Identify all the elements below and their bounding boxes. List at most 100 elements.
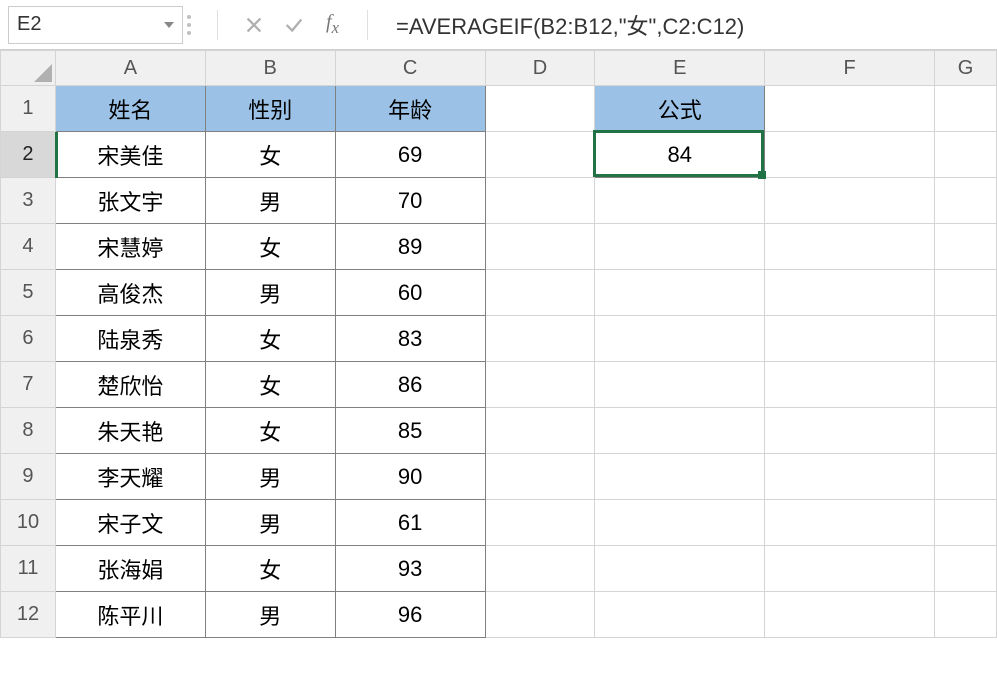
cell-E2-selected[interactable]: 84: [595, 132, 765, 178]
header-gender[interactable]: 性别: [205, 86, 335, 132]
cell-D11[interactable]: [485, 546, 595, 592]
cell-G5[interactable]: [934, 270, 996, 316]
cell-E3[interactable]: [595, 178, 765, 224]
col-header-E[interactable]: E: [595, 51, 765, 86]
spreadsheet-grid[interactable]: A B C D E F G 1 姓名 性别 年龄 公式 2 宋美佳 女 69 8…: [0, 50, 997, 638]
cell-G9[interactable]: [934, 454, 996, 500]
cell-G3[interactable]: [934, 178, 996, 224]
cell-A11[interactable]: 张海娟: [55, 546, 205, 592]
cell-D10[interactable]: [485, 500, 595, 546]
cell-B5[interactable]: 男: [205, 270, 335, 316]
cell-G12[interactable]: [934, 592, 996, 638]
name-box-dropdown-icon[interactable]: [164, 22, 174, 28]
cell-F4[interactable]: [765, 224, 935, 270]
cell-B9[interactable]: 男: [205, 454, 335, 500]
cell-B11[interactable]: 女: [205, 546, 335, 592]
cell-F10[interactable]: [765, 500, 935, 546]
cell-D4[interactable]: [485, 224, 595, 270]
header-age[interactable]: 年龄: [335, 86, 485, 132]
formula-input[interactable]: =AVERAGEIF(B2:B12,"女",C2:C12): [386, 6, 989, 44]
cell-C3[interactable]: 70: [335, 178, 485, 224]
cell-A10[interactable]: 宋子文: [55, 500, 205, 546]
cell-G4[interactable]: [934, 224, 996, 270]
cell-E4[interactable]: [595, 224, 765, 270]
row-header-11[interactable]: 11: [1, 546, 56, 592]
cell-B2[interactable]: 女: [205, 132, 335, 178]
cell-D2[interactable]: [485, 132, 595, 178]
cell-B7[interactable]: 女: [205, 362, 335, 408]
cell-B8[interactable]: 女: [205, 408, 335, 454]
row-header-10[interactable]: 10: [1, 500, 56, 546]
cell-B10[interactable]: 男: [205, 500, 335, 546]
col-header-C[interactable]: C: [335, 51, 485, 86]
cell-F6[interactable]: [765, 316, 935, 362]
row-header-1[interactable]: 1: [1, 86, 56, 132]
cell-D9[interactable]: [485, 454, 595, 500]
name-box[interactable]: E2: [8, 6, 183, 44]
cell-A3[interactable]: 张文宇: [55, 178, 205, 224]
cell-D12[interactable]: [485, 592, 595, 638]
cell-B12[interactable]: 男: [205, 592, 335, 638]
row-header-9[interactable]: 9: [1, 454, 56, 500]
fx-icon[interactable]: fx: [326, 11, 339, 38]
cell-F11[interactable]: [765, 546, 935, 592]
cell-B4[interactable]: 女: [205, 224, 335, 270]
cell-F7[interactable]: [765, 362, 935, 408]
cell-F5[interactable]: [765, 270, 935, 316]
cell-C8[interactable]: 85: [335, 408, 485, 454]
cell-G7[interactable]: [934, 362, 996, 408]
row-header-6[interactable]: 6: [1, 316, 56, 362]
cell-E8[interactable]: [595, 408, 765, 454]
cell-F1[interactable]: [765, 86, 935, 132]
cell-E10[interactable]: [595, 500, 765, 546]
cell-C5[interactable]: 60: [335, 270, 485, 316]
row-header-8[interactable]: 8: [1, 408, 56, 454]
cell-C4[interactable]: 89: [335, 224, 485, 270]
cell-A4[interactable]: 宋慧婷: [55, 224, 205, 270]
header-formula[interactable]: 公式: [595, 86, 765, 132]
cell-F12[interactable]: [765, 592, 935, 638]
cell-D1[interactable]: [485, 86, 595, 132]
confirm-icon[interactable]: [276, 7, 312, 43]
cell-D3[interactable]: [485, 178, 595, 224]
cell-G8[interactable]: [934, 408, 996, 454]
select-all-corner[interactable]: [1, 51, 56, 86]
cancel-icon[interactable]: [236, 7, 272, 43]
cell-C7[interactable]: 86: [335, 362, 485, 408]
cell-B3[interactable]: 男: [205, 178, 335, 224]
row-header-7[interactable]: 7: [1, 362, 56, 408]
cell-C9[interactable]: 90: [335, 454, 485, 500]
row-header-2[interactable]: 2: [1, 132, 56, 178]
col-header-B[interactable]: B: [205, 51, 335, 86]
cell-A12[interactable]: 陈平川: [55, 592, 205, 638]
cell-F8[interactable]: [765, 408, 935, 454]
cell-A7[interactable]: 楚欣怡: [55, 362, 205, 408]
row-header-12[interactable]: 12: [1, 592, 56, 638]
cell-G6[interactable]: [934, 316, 996, 362]
row-header-3[interactable]: 3: [1, 178, 56, 224]
col-header-G[interactable]: G: [934, 51, 996, 86]
col-header-F[interactable]: F: [765, 51, 935, 86]
cell-C2[interactable]: 69: [335, 132, 485, 178]
row-header-5[interactable]: 5: [1, 270, 56, 316]
col-header-D[interactable]: D: [485, 51, 595, 86]
cell-A6[interactable]: 陆泉秀: [55, 316, 205, 362]
cell-C12[interactable]: 96: [335, 592, 485, 638]
cell-G11[interactable]: [934, 546, 996, 592]
cell-E12[interactable]: [595, 592, 765, 638]
cell-F3[interactable]: [765, 178, 935, 224]
cell-A8[interactable]: 朱天艳: [55, 408, 205, 454]
cell-C10[interactable]: 61: [335, 500, 485, 546]
cell-A2[interactable]: 宋美佳: [55, 132, 205, 178]
cell-G10[interactable]: [934, 500, 996, 546]
cell-D7[interactable]: [485, 362, 595, 408]
col-header-A[interactable]: A: [55, 51, 205, 86]
cell-G1[interactable]: [934, 86, 996, 132]
cell-A5[interactable]: 高俊杰: [55, 270, 205, 316]
cell-D6[interactable]: [485, 316, 595, 362]
cell-E5[interactable]: [595, 270, 765, 316]
cell-B6[interactable]: 女: [205, 316, 335, 362]
cell-D8[interactable]: [485, 408, 595, 454]
cell-A9[interactable]: 李天耀: [55, 454, 205, 500]
cell-E6[interactable]: [595, 316, 765, 362]
